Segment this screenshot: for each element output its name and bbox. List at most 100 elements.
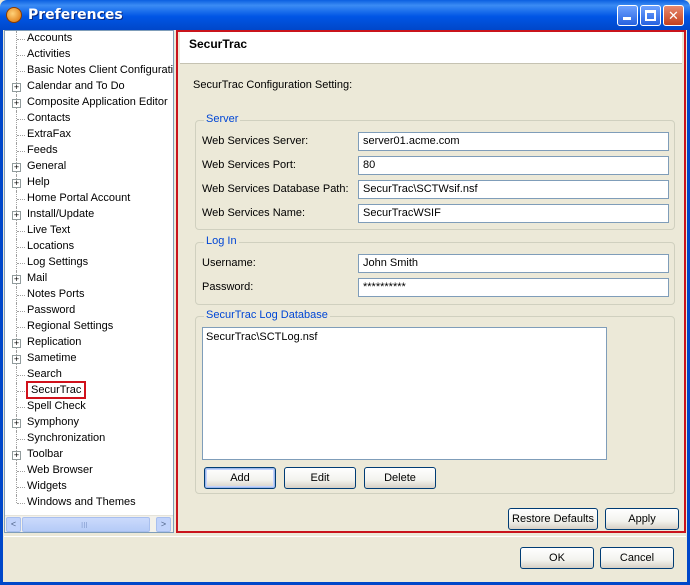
scroll-left-icon[interactable]: < xyxy=(6,517,21,532)
tree-item[interactable]: Activities xyxy=(5,47,173,63)
scroll-grip-icon: III xyxy=(81,521,88,530)
expand-icon[interactable]: + xyxy=(12,339,21,348)
login-legend: Log In xyxy=(204,235,239,247)
expand-icon[interactable]: + xyxy=(12,419,21,428)
tree-connector-tick xyxy=(17,407,25,408)
tree-item[interactable]: Contacts xyxy=(5,111,173,127)
tree-item[interactable]: Notes Ports xyxy=(5,287,173,303)
tree-item-label: Live Text xyxy=(27,224,71,236)
apply-button[interactable]: Apply xyxy=(605,508,679,530)
expand-icon[interactable]: + xyxy=(12,211,21,220)
tree-item-label: Replication xyxy=(27,336,82,348)
tree-item-label: Notes Ports xyxy=(27,288,85,300)
tree-item[interactable]: Locations xyxy=(5,239,173,255)
edit-button[interactable]: Edit xyxy=(284,467,356,489)
scroll-thumb[interactable]: III xyxy=(22,517,150,532)
window-title: Preferences xyxy=(28,7,123,23)
tree-item-label: Password xyxy=(27,304,76,316)
tree-item[interactable]: + Calendar and To Do xyxy=(5,79,173,95)
tree-item-label: Spell Check xyxy=(27,400,86,412)
tree-item[interactable]: + Symphony xyxy=(5,415,173,431)
tree-item-label: Basic Notes Client Configuratio xyxy=(27,64,174,76)
expand-icon[interactable]: + xyxy=(12,99,21,108)
ws-server-input[interactable]: server01.acme.com xyxy=(358,132,669,151)
cancel-button[interactable]: Cancel xyxy=(600,547,674,569)
tree-connector-tick xyxy=(17,119,25,120)
ws-port-input[interactable]: 80 xyxy=(358,156,669,175)
tree-item-label: Web Browser xyxy=(27,464,93,476)
page-header: SecurTrac xyxy=(180,32,682,64)
tree-item[interactable]: Windows and Themes xyxy=(5,495,173,511)
log-database-list[interactable]: SecurTrac\SCTLog.nsf xyxy=(202,327,607,460)
expand-icon[interactable]: + xyxy=(12,83,21,92)
ok-button[interactable]: OK xyxy=(520,547,594,569)
tree-item-label: Synchronization xyxy=(27,432,106,444)
tree-item-label: Windows and Themes xyxy=(27,496,136,508)
ws-port-label: Web Services Port: xyxy=(202,159,296,171)
minimize-button[interactable] xyxy=(617,5,638,26)
username-input[interactable]: John Smith xyxy=(358,254,669,273)
tree-item[interactable]: Regional Settings xyxy=(5,319,173,335)
ws-db-path-input[interactable]: SecurTrac\SCTWsif.nsf xyxy=(358,180,669,199)
expand-icon[interactable]: + xyxy=(12,179,21,188)
tree-item[interactable]: Web Browser xyxy=(5,463,173,479)
app-icon xyxy=(6,7,22,23)
title-bar: Preferences ✕ xyxy=(0,0,690,30)
tree-item-label: Symphony xyxy=(27,416,79,428)
minimize-icon xyxy=(623,17,631,20)
maximize-button[interactable] xyxy=(640,5,661,26)
tree-item[interactable]: Search xyxy=(5,367,173,383)
tree-horizontal-scrollbar[interactable]: < III > xyxy=(5,515,173,532)
tree-item-label: Accounts xyxy=(27,32,73,44)
add-button[interactable]: Add xyxy=(204,467,276,489)
close-button[interactable]: ✕ xyxy=(663,5,684,26)
tree-item[interactable]: SecurTrac xyxy=(5,381,173,399)
tree-connector-tick xyxy=(17,487,25,488)
tree-connector-tick xyxy=(17,375,25,376)
ws-name-input[interactable]: SecurTracWSIF xyxy=(358,204,669,223)
close-icon: ✕ xyxy=(668,8,679,23)
tree-item[interactable]: + Replication xyxy=(5,335,173,351)
tree-item[interactable]: ExtraFax xyxy=(5,127,173,143)
tree-item-label: Composite Application Editor xyxy=(27,96,168,108)
page-title: SecurTrac xyxy=(189,37,248,51)
expand-icon[interactable]: + xyxy=(12,451,21,460)
tree-item[interactable]: Log Settings xyxy=(5,255,173,271)
expand-icon[interactable]: + xyxy=(12,163,21,172)
tree-item[interactable]: + Mail xyxy=(5,271,173,287)
password-input[interactable]: ********** xyxy=(358,278,669,297)
tree-item-label: Install/Update xyxy=(27,208,95,220)
server-legend: Server xyxy=(204,113,241,125)
tree-connector-line xyxy=(16,495,17,503)
tree-item-label: Home Portal Account xyxy=(27,192,131,204)
scroll-right-icon[interactable]: > xyxy=(156,517,171,532)
tree-item[interactable]: Basic Notes Client Configuratio xyxy=(5,63,173,79)
tree-connector-tick xyxy=(17,439,25,440)
tree-item-label: Contacts xyxy=(27,112,71,124)
tree-item[interactable]: Spell Check xyxy=(5,399,173,415)
tree-connector-tick xyxy=(17,71,25,72)
tree-item[interactable]: + Install/Update xyxy=(5,207,173,223)
login-group: Log In Username: John Smith Password: **… xyxy=(195,235,675,305)
tree-connector-tick xyxy=(17,247,25,248)
tree-item-label: Feeds xyxy=(27,144,58,156)
expand-icon[interactable]: + xyxy=(12,355,21,364)
tree-item[interactable]: Live Text xyxy=(5,223,173,239)
tree-item[interactable]: Home Portal Account xyxy=(5,191,173,207)
tree-connector-tick xyxy=(17,135,25,136)
expand-icon[interactable]: + xyxy=(12,275,21,284)
delete-button[interactable]: Delete xyxy=(364,467,436,489)
tree-item-label: Sametime xyxy=(27,352,77,364)
tree-item[interactable]: Feeds xyxy=(5,143,173,159)
tree-item[interactable]: + Toolbar xyxy=(5,447,173,463)
tree-item[interactable]: + Composite Application Editor xyxy=(5,95,173,111)
tree-item[interactable]: + General xyxy=(5,159,173,175)
tree-item[interactable]: + Sametime xyxy=(5,351,173,367)
tree-item-label: Regional Settings xyxy=(27,320,114,332)
tree-item[interactable]: Password xyxy=(5,303,173,319)
tree-item[interactable]: Widgets xyxy=(5,479,173,495)
restore-defaults-button[interactable]: Restore Defaults xyxy=(508,508,598,530)
tree-item[interactable]: + Help xyxy=(5,175,173,191)
tree-item[interactable]: Accounts xyxy=(5,31,173,47)
tree-item[interactable]: Synchronization xyxy=(5,431,173,447)
